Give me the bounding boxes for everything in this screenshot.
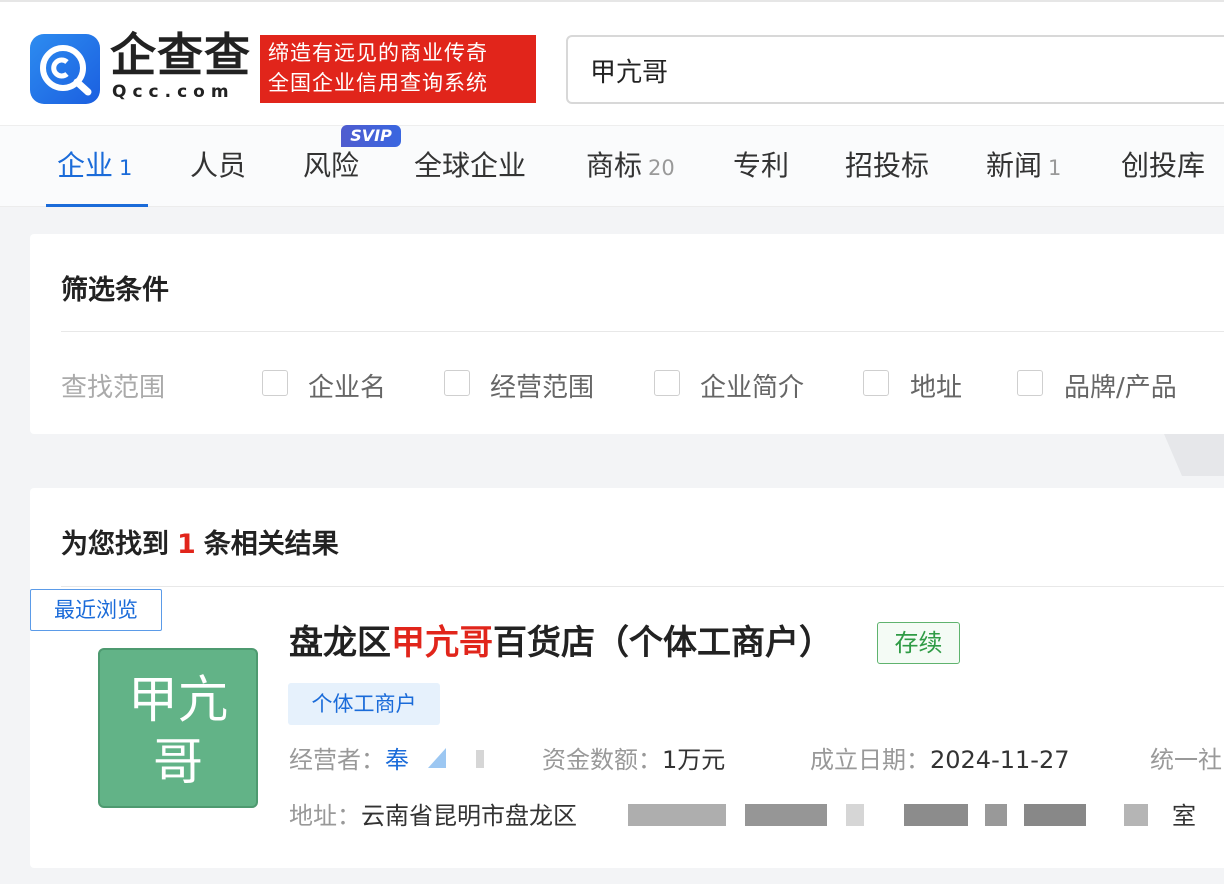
tab-venture[interactable]: 创投库 [1121, 148, 1205, 184]
redacted-blur [628, 804, 726, 826]
category-tabs: 企业 1 人员 风险 全球企业 商标 20 专利 招投标 新闻 1 创投库 [0, 125, 1224, 207]
tab-news[interactable]: 新闻 1 [986, 148, 1061, 186]
company-avatar[interactable]: 甲亢 哥 [98, 648, 258, 808]
name-prefix: 盘龙区 [289, 623, 391, 663]
founded-label: 成立日期： [810, 746, 930, 774]
tab-label: 招投标 [845, 149, 930, 182]
capital-value: 1万元 [662, 746, 726, 774]
recent-view-tag: 最近浏览 [30, 589, 162, 631]
tab-count: 1 [119, 156, 133, 180]
operator-label: 经营者： [289, 746, 385, 774]
tab-patent[interactable]: 专利 [733, 148, 789, 184]
option-address[interactable]: 地址 [910, 367, 962, 404]
redacted-blur [985, 804, 1007, 826]
tab-risk[interactable]: 风险 [303, 148, 359, 184]
company-name-link[interactable]: 盘龙区甲亢哥百货店（个体工商户） [289, 620, 833, 666]
option-business-scope[interactable]: 经营范围 [490, 367, 594, 404]
checkbox-company-intro[interactable] [654, 370, 680, 396]
operator-value[interactable]: 奉 [385, 746, 409, 774]
operator-info: 经营者：奉 [289, 744, 409, 776]
divider [61, 331, 1224, 332]
tab-global-company[interactable]: 全球企业 [414, 148, 526, 184]
name-highlight: 甲亢哥 [391, 623, 493, 663]
redacted-blur [745, 804, 827, 826]
fold-corner [1164, 434, 1224, 476]
credit-code-label: 统一社 [1150, 746, 1222, 774]
header: 企查查 Qcc.com 缔造有远见的商业传奇 全国企业信用查询系统 [0, 0, 1224, 125]
address-info: 地址：云南省昆明市盘龙区 [289, 800, 577, 832]
tab-label: 专利 [733, 149, 790, 182]
tab-label: 风险 [303, 149, 360, 182]
search-input[interactable] [588, 51, 1188, 89]
slogan-line-1: 缔造有远见的商业传奇 [268, 41, 488, 65]
page: 企查查 Qcc.com 缔造有远见的商业传奇 全国企业信用查询系统 企业1 人员… [0, 0, 1224, 884]
redacted-blur [476, 750, 484, 768]
result-count-suffix: 条相关结果 [203, 529, 339, 560]
redacted-blur [1124, 804, 1148, 826]
filter-title: 筛选条件 [61, 275, 169, 306]
logo-text[interactable]: 企查查 [110, 30, 251, 80]
option-brand-product[interactable]: 品牌/产品 [1064, 367, 1177, 404]
result-count-prefix: 为您找到 [61, 529, 169, 560]
tab-count: 20 [648, 156, 675, 180]
name-suffix: 百货店（个体工商户） [493, 623, 833, 663]
filter-card: 筛选条件 查找范围 企业名 经营范围 企业简介 地址 品牌/产品 [30, 234, 1224, 434]
founded-value: 2024-11-27 [930, 746, 1070, 774]
tab-label: 人员 [190, 149, 247, 182]
tab-label: 全球企业 [414, 149, 527, 182]
checkbox-address[interactable] [863, 370, 889, 396]
logo-domain: Qcc.com [112, 82, 235, 102]
redacted-blur [904, 804, 968, 826]
address-tail-text: 室 [1172, 802, 1196, 830]
option-company-intro[interactable]: 企业简介 [700, 367, 804, 404]
credit-code-info: 统一社 [1150, 744, 1222, 776]
tab-company[interactable]: 企业 1 [57, 148, 132, 186]
option-company-name[interactable]: 企业名 [308, 367, 386, 404]
checkbox-business-scope[interactable] [444, 370, 470, 396]
tab-people[interactable]: 人员 [190, 148, 246, 184]
entity-type-tag: 个体工商户 [288, 683, 440, 725]
tab-label: 新闻 [986, 149, 1043, 182]
capital-info: 资金数额：1万元 [542, 744, 725, 776]
capital-label: 资金数额： [542, 746, 662, 774]
tab-label: 商标 [586, 149, 643, 182]
founded-info: 成立日期：2024-11-27 [810, 744, 1069, 776]
address-label: 地址： [289, 802, 361, 830]
slogan-line-2: 全国企业信用查询系统 [268, 71, 488, 95]
tab-label: 企业 [57, 149, 114, 182]
address-tail: 室 [1172, 800, 1196, 832]
result-count-number: 1 [177, 529, 196, 560]
tab-label: 创投库 [1121, 149, 1206, 182]
tab-bidding[interactable]: 招投标 [845, 148, 929, 184]
scope-label: 查找范围 [61, 373, 166, 403]
slogan-banner: 缔造有远见的商业传奇 全国企业信用查询系统 [260, 35, 536, 103]
tab-count: 1 [1048, 156, 1062, 180]
active-tab-indicator [46, 204, 148, 207]
avatar-line-2: 哥 [153, 733, 203, 791]
address-value: 云南省昆明市盘龙区 [361, 802, 577, 830]
tab-trademark[interactable]: 商标 20 [586, 148, 675, 186]
result-count: 为您找到 1 条相关结果 [61, 522, 339, 561]
checkbox-company-name[interactable] [262, 370, 288, 396]
svip-badge: SVIP [341, 125, 401, 147]
search-box[interactable] [566, 35, 1224, 104]
checkbox-brand-product[interactable] [1017, 370, 1043, 396]
redacted-blur [1024, 804, 1086, 826]
avatar-line-1: 甲亢 [128, 671, 228, 729]
redacted-blur [846, 804, 864, 826]
qcc-logo-icon[interactable] [30, 34, 100, 104]
status-badge: 存续 [877, 622, 960, 664]
divider [61, 586, 1224, 587]
